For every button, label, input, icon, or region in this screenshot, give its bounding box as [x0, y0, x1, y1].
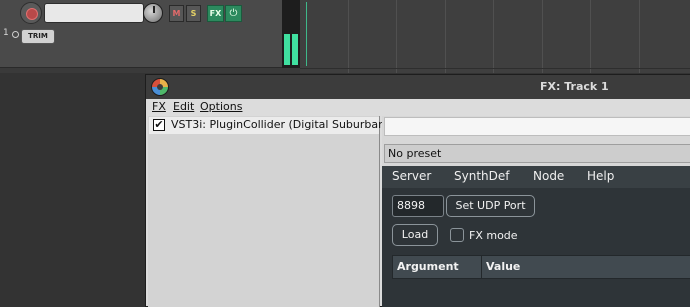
arrange-view[interactable] — [300, 0, 690, 73]
menu-options[interactable]: Options — [200, 100, 242, 113]
set-udp-port-button[interactable]: Set UDP Port — [446, 195, 535, 217]
plugin-ui: Server SynthDef Node Help 8898 Set UDP P… — [382, 166, 690, 307]
track-divider — [300, 68, 690, 69]
fx-chain-list: ✔ VST3i: PluginCollider (Digital Suburba… — [148, 116, 389, 307]
grid-line — [445, 0, 446, 73]
plugin-menu-synthdef[interactable]: SynthDef — [454, 169, 509, 183]
solo-button[interactable]: S — [186, 5, 201, 22]
volume-knob-icon[interactable] — [143, 3, 163, 23]
track-meter — [282, 0, 300, 68]
edit-cursor — [306, 2, 307, 66]
menu-fx[interactable]: FX — [152, 100, 166, 113]
meter-right-bar — [292, 34, 298, 65]
column-header-argument[interactable]: Argument — [393, 256, 482, 278]
fx-mode-label: FX mode — [469, 229, 518, 242]
udp-port-input[interactable]: 8898 — [392, 195, 444, 217]
mute-button[interactable]: M — [169, 5, 184, 22]
trim-button[interactable]: TRIM — [21, 29, 55, 44]
fx-plugin-pane: No preset Server SynthDef Node Help 8898… — [382, 116, 690, 307]
grid-line — [542, 0, 543, 73]
plugin-menu-node[interactable]: Node — [533, 169, 564, 183]
fx-menubar: FX Edit Options — [146, 99, 690, 116]
arguments-table-header: Argument Value — [392, 255, 690, 279]
tcp-empty-area — [0, 68, 300, 73]
fx-item-label: VST3i: PluginCollider (Digital Suburban) — [171, 118, 390, 131]
automation-dot-icon — [12, 31, 19, 38]
fx-button[interactable]: FX — [207, 5, 224, 22]
grid-line — [639, 0, 640, 73]
reaper-logo-icon — [151, 78, 169, 96]
plugin-menubar: Server SynthDef Node Help — [382, 166, 690, 188]
fx-list-item[interactable]: ✔ VST3i: PluginCollider (Digital Suburba… — [149, 117, 389, 134]
window-title: FX: Track 1 — [540, 80, 609, 93]
meter-left-bar — [284, 34, 290, 65]
power-icon[interactable]: ⏻ — [225, 5, 242, 22]
trim-label: TRIM — [28, 32, 48, 40]
track-number: 1 — [3, 28, 9, 38]
grid-line — [493, 0, 494, 73]
preset-selector[interactable]: No preset — [384, 144, 690, 163]
grid-line — [590, 0, 591, 73]
load-button[interactable]: Load — [392, 224, 438, 246]
track-control-panel: 1 M S FX ⏻ TRIM — [0, 0, 300, 68]
grid-line — [348, 0, 349, 73]
fx-window: FX: Track 1 FX Edit Options ✔ VST3i: Plu… — [145, 74, 690, 307]
plugin-menu-server[interactable]: Server — [392, 169, 431, 183]
track-name-field[interactable] — [44, 3, 144, 23]
record-arm-icon[interactable] — [20, 2, 42, 24]
plugin-menu-help[interactable]: Help — [587, 169, 614, 183]
window-titlebar[interactable]: FX: Track 1 — [146, 75, 690, 99]
column-header-value[interactable]: Value — [482, 256, 690, 278]
menu-edit[interactable]: Edit — [173, 100, 194, 113]
fx-mode-checkbox[interactable] — [450, 228, 464, 242]
reaper-screen: 1 M S FX ⏻ TRIM FX: Track 1 FX Edit Opti… — [0, 0, 690, 307]
grid-line — [396, 0, 397, 73]
fx-enabled-checkbox[interactable]: ✔ — [153, 119, 165, 131]
fx-header-field[interactable] — [384, 117, 690, 136]
